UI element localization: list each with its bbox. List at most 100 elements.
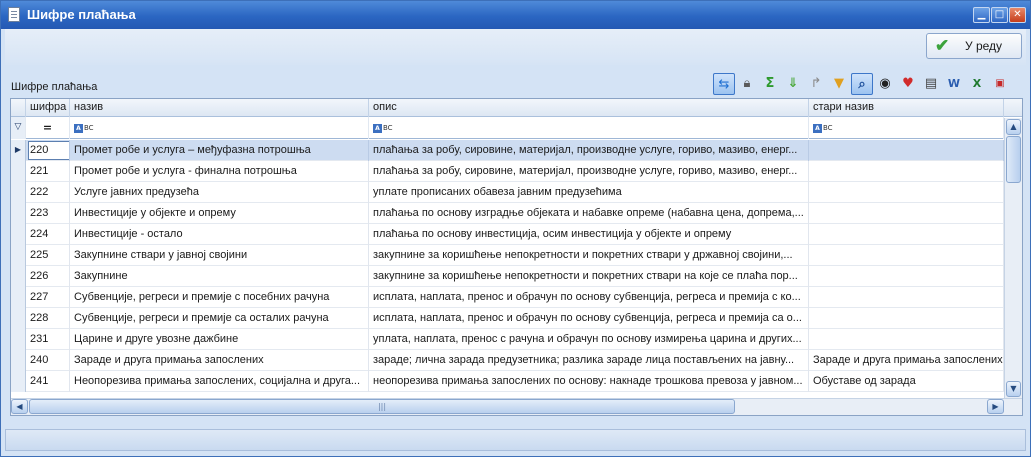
export-excel-icon[interactable]: X <box>966 73 988 95</box>
cell-name[interactable]: Инвестиције у објекте и опрему <box>70 203 369 224</box>
vertical-scrollbar[interactable]: ▲ ▼ <box>1004 118 1022 398</box>
expand-down-icon[interactable]: ⇓ <box>782 73 804 95</box>
cell-old-name[interactable]: Обуставе од зарада <box>809 371 1004 392</box>
cell-description[interactable]: неопорезива примања запослених по основу… <box>369 371 809 392</box>
cell-code[interactable]: 226 <box>26 266 70 287</box>
cell-description[interactable]: плаћања по основу инвестиција, осим инве… <box>369 224 809 245</box>
column-header-description[interactable]: опис <box>369 99 809 117</box>
row-indicator[interactable] <box>11 371 26 392</box>
cell-name[interactable]: Неопорезива примања запослених, социјалн… <box>70 371 369 392</box>
scroll-right-button[interactable]: ▶ <box>987 399 1004 414</box>
cell-description[interactable]: уплата, наплата, пренос с рачуна и обрач… <box>369 329 809 350</box>
cell-name[interactable]: Промет робе и услуга - финална потрошња <box>70 161 369 182</box>
cell-code[interactable]: 231 <box>26 329 70 350</box>
cell-code[interactable]: 220 <box>26 140 70 161</box>
close-button[interactable]: ✕ <box>1009 7 1026 23</box>
cell-name[interactable]: Субвенције, регреси и премије са осталих… <box>70 308 369 329</box>
export-pdf-icon[interactable]: ▣ <box>989 73 1011 95</box>
table-row[interactable]: 221 Промет робе и услуга - финална потрош… <box>11 161 1006 182</box>
filter-old-name-field[interactable]: A BC <box>809 117 1004 139</box>
refresh-icon[interactable]: ⇆ <box>713 73 735 95</box>
cell-name[interactable]: Инвестиције - остало <box>70 224 369 245</box>
filter-funnel-icon[interactable]: ▽ <box>11 117 26 139</box>
row-indicator[interactable] <box>11 182 26 203</box>
cell-description[interactable]: плаћања за робу, сировине, материјал, пр… <box>369 161 809 182</box>
print-icon[interactable]: ▤ <box>920 73 942 95</box>
cell-description[interactable]: плаћања за робу, сировине, материјал, пр… <box>369 140 809 161</box>
cell-old-name[interactable] <box>809 224 1004 245</box>
row-indicator[interactable] <box>11 266 26 287</box>
cell-old-name[interactable] <box>809 266 1004 287</box>
table-row[interactable]: 223 Инвестиције у објекте и опрему плаћања… <box>11 203 1006 224</box>
current-row-indicator-icon[interactable]: ▶ <box>11 140 26 161</box>
cell-old-name[interactable] <box>809 140 1004 161</box>
cell-code[interactable]: 228 <box>26 308 70 329</box>
cell-code[interactable]: 240 <box>26 350 70 371</box>
cell-name[interactable]: Закупнине <box>70 266 369 287</box>
export-word-icon[interactable]: W <box>943 73 965 95</box>
sum-icon[interactable]: Σ <box>759 73 781 95</box>
table-row[interactable]: ▶ 220 Промет робе и услуга – међуфазна пот… <box>11 140 1006 161</box>
table-row[interactable]: 240 Зараде и друга примања запослених зара… <box>11 350 1006 371</box>
lock-icon[interactable]: 🔒︎ <box>736 73 758 95</box>
scroll-down-button[interactable]: ▼ <box>1006 381 1021 397</box>
table-row[interactable]: 225 Закупнине ствари у јавној својини заку… <box>11 245 1006 266</box>
filter-code-operator[interactable]: = <box>26 117 70 139</box>
row-indicator[interactable] <box>11 287 26 308</box>
row-indicator[interactable] <box>11 245 26 266</box>
cell-code[interactable]: 227 <box>26 287 70 308</box>
row-indicator[interactable] <box>11 329 26 350</box>
filter-description-field[interactable]: A BC <box>369 117 809 139</box>
table-row[interactable]: 222 Услуге јавних предузећа уплате прописа… <box>11 182 1006 203</box>
cell-description[interactable]: закупнине за коришћење непокретности и п… <box>369 245 809 266</box>
cell-old-name[interactable] <box>809 182 1004 203</box>
view-icon[interactable]: ◉ <box>874 73 896 95</box>
find-icon[interactable]: ⌕ <box>851 73 873 95</box>
cell-name[interactable]: Субвенције, регреси и премије с посебних… <box>70 287 369 308</box>
row-indicator[interactable] <box>11 308 26 329</box>
row-indicator[interactable] <box>11 224 26 245</box>
cell-description[interactable]: уплате прописаних обавеза јавним предузе… <box>369 182 809 203</box>
cell-code[interactable]: 225 <box>26 245 70 266</box>
filter-icon[interactable]: ▼ <box>828 73 850 95</box>
forward-icon[interactable]: ↱ <box>805 73 827 95</box>
minimize-button[interactable]: ▁ <box>973 7 990 23</box>
maximize-button[interactable]: □ <box>991 7 1008 23</box>
cell-description[interactable]: зараде; лична зарада предузетника; разли… <box>369 350 809 371</box>
cell-code[interactable]: 241 <box>26 371 70 392</box>
table-row[interactable]: 228 Субвенције, регреси и премије са оста… <box>11 308 1006 329</box>
favorite-icon[interactable]: ♥ <box>897 73 919 95</box>
table-row[interactable]: 241 Неопорезива примања запослених, социј… <box>11 371 1006 392</box>
row-indicator[interactable] <box>11 203 26 224</box>
column-header-name[interactable]: назив <box>70 99 369 117</box>
cell-code[interactable]: 222 <box>26 182 70 203</box>
cell-old-name[interactable]: Зараде и друга примања запослених <box>809 350 1004 371</box>
cell-old-name[interactable] <box>809 161 1004 182</box>
row-indicator[interactable] <box>11 350 26 371</box>
cell-name[interactable]: Закупнине ствари у јавној својини <box>70 245 369 266</box>
cell-code[interactable]: 223 <box>26 203 70 224</box>
cell-old-name[interactable] <box>809 308 1004 329</box>
column-header-old-name[interactable]: стари назив <box>809 99 1004 117</box>
cell-description[interactable]: исплата, наплата, пренос и обрачун по ос… <box>369 287 809 308</box>
column-header-code[interactable]: шифра <box>26 99 70 117</box>
scroll-left-button[interactable]: ◀ <box>11 399 28 414</box>
title-bar[interactable]: Шифре плаћања ▁ □ ✕ <box>1 1 1030 29</box>
table-row[interactable]: 227 Субвенције, регреси и премије с посеб… <box>11 287 1006 308</box>
cell-old-name[interactable] <box>809 245 1004 266</box>
cell-old-name[interactable] <box>809 329 1004 350</box>
cell-name[interactable]: Услуге јавних предузећа <box>70 182 369 203</box>
horizontal-scrollbar[interactable]: ◀ ||| ▶ <box>11 398 1022 415</box>
ok-button[interactable]: ✔ У реду <box>926 33 1022 59</box>
cell-code[interactable]: 224 <box>26 224 70 245</box>
table-row[interactable]: 226 Закупнине закупнине за коришћење непок… <box>11 266 1006 287</box>
cell-code[interactable]: 221 <box>26 161 70 182</box>
table-row[interactable]: 231 Царине и друге увозне дажбине уплата, … <box>11 329 1006 350</box>
cell-description[interactable]: закупнине за коришћење непокретности и п… <box>369 266 809 287</box>
table-row[interactable]: 224 Инвестиције - остало плаћања по основу… <box>11 224 1006 245</box>
scroll-up-button[interactable]: ▲ <box>1006 119 1021 135</box>
filter-name-field[interactable]: A BC <box>70 117 369 139</box>
cell-old-name[interactable] <box>809 287 1004 308</box>
cell-old-name[interactable] <box>809 203 1004 224</box>
vertical-scroll-thumb[interactable] <box>1006 136 1021 183</box>
